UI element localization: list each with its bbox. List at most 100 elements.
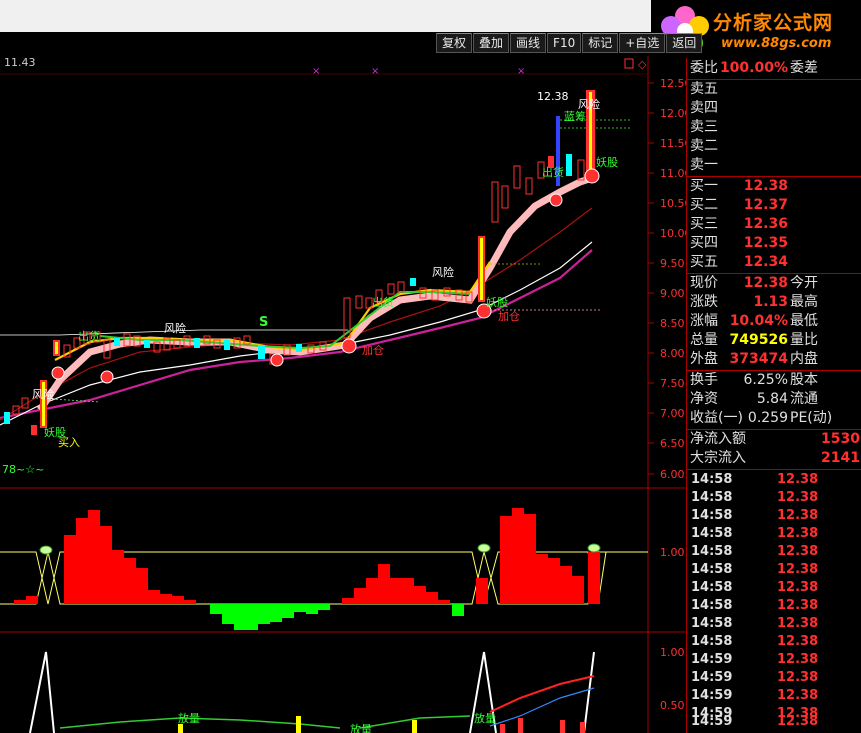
stat-label: 总量	[690, 332, 718, 348]
y-tick-800: 8.00	[660, 347, 685, 360]
stat-row: 外盘 373474 内盘	[687, 350, 861, 369]
tick-row: 14:58 12.38	[687, 579, 861, 597]
tick-time: 14:58	[691, 544, 733, 559]
stat-right-label: PE(动)	[790, 410, 833, 426]
tick-time: 14:58	[691, 598, 733, 613]
tick-row: 14:58 12.38	[687, 597, 861, 615]
weibi-label: 委比	[690, 60, 718, 76]
stat-right-label: 最低	[790, 313, 818, 329]
sell-label: 卖五	[690, 81, 718, 97]
tick-row: 14:58 12.38	[687, 471, 861, 489]
flow-row: 净流入额 1530	[687, 430, 861, 449]
weicha-label: 委差	[790, 60, 818, 76]
y-tick-1200: 12.00	[660, 107, 686, 120]
tick-row: 14:58 12.38	[687, 507, 861, 525]
stat-label: 涨幅	[690, 313, 718, 329]
jiacang-label-2: 加仓	[498, 309, 520, 323]
overlay-button[interactable]: 叠加	[473, 33, 510, 53]
add-watchlist-button[interactable]: +自选	[619, 33, 666, 53]
tick-row: 14:59 12.38	[687, 713, 861, 731]
tick-price: 12.38	[777, 490, 819, 505]
sell-label: 卖一	[690, 157, 718, 173]
tick-price: 12.38	[777, 562, 819, 577]
bottom-left-label: 78~☆~	[2, 463, 44, 476]
stat-value: 373474	[729, 351, 788, 367]
buy-price: 12.38	[743, 178, 788, 194]
chart-toolbar: 复权 叠加 画线 F10 标记 +自选 返回	[436, 33, 703, 53]
y-tick-low-100: 1.00	[660, 646, 685, 659]
y-tick-1100: 11.00	[660, 167, 686, 180]
stat-right-label: 流通	[790, 391, 818, 407]
tick-time: 14:58	[691, 580, 733, 595]
tick-row: 14:58 12.38	[687, 543, 861, 561]
buy-price: 12.35	[743, 235, 788, 251]
stat-value: 6.25%	[743, 372, 788, 388]
lanchou-label: 蓝筹	[564, 109, 586, 123]
sell-label: 卖二	[690, 138, 718, 154]
risk-label-4: 风险	[578, 97, 600, 111]
stat-label: 外盘	[690, 351, 718, 367]
y-tick-1000: 10.00	[660, 227, 686, 240]
buy-price: 12.34	[743, 254, 788, 270]
stat-right-label: 内盘	[790, 351, 818, 367]
buy-label: 买入	[58, 436, 80, 449]
buy-price: 12.37	[743, 197, 788, 213]
fangliang-label-3: 放量	[474, 711, 496, 725]
chu-huo-label-1: 出货	[78, 329, 100, 343]
diamond-icon[interactable]: ◇	[638, 58, 647, 71]
sell-label: 卖四	[690, 100, 718, 116]
flow-value: 2141	[821, 450, 860, 466]
buy-label: 买一	[690, 178, 718, 194]
tick-time: 14:58	[691, 526, 733, 541]
fangliang-label-2: 放量	[350, 722, 372, 733]
back-button[interactable]: 返回	[666, 33, 703, 53]
logo-title: 分析家公式网	[713, 12, 834, 34]
tick-price: 12.38	[777, 652, 819, 667]
stat-row: 总量 749526 量比	[687, 331, 861, 350]
logo-url: www.88gs.com	[721, 36, 832, 51]
tick-time: 14:59	[691, 714, 733, 729]
fangliang-label-1: 放量	[178, 711, 200, 725]
buy-label: 买三	[690, 216, 718, 232]
tick-price: 12.38	[777, 526, 819, 541]
stat-label: 换手	[690, 372, 718, 388]
buy-label: 买四	[690, 235, 718, 251]
tick-price: 12.38	[777, 598, 819, 613]
mark-button[interactable]: 标记	[582, 33, 619, 53]
stat2-row: 换手 6.25% 股本	[687, 371, 861, 390]
chu-huo-label-3: 出货	[542, 165, 564, 179]
fuquan-button[interactable]: 复权	[436, 33, 473, 53]
yao-gu-label-3: 妖股	[596, 155, 618, 169]
s-signal-label: S	[259, 315, 268, 330]
buy-price: 12.36	[743, 216, 788, 232]
stat-right-label: 最高	[790, 294, 818, 310]
stat-label: 涨跌	[690, 294, 718, 310]
weibi-row: 委比 100.00% 委差	[687, 59, 861, 78]
tick-time: 14:59	[691, 688, 733, 703]
tick-price: 12.38	[777, 544, 819, 559]
tick-time: 14:58	[691, 562, 733, 577]
tick-row: 14:58 12.38	[687, 561, 861, 579]
tick-price: 12.38	[777, 580, 819, 595]
sell-label: 卖三	[690, 119, 718, 135]
tick-price: 12.38	[777, 472, 819, 487]
tick-row: 14:58 12.38	[687, 525, 861, 543]
y-tick-low-050: 0.50	[660, 699, 685, 712]
tick-row: 14:59 12.38	[687, 651, 861, 669]
stat-row: 涨幅 10.04% 最低	[687, 312, 861, 331]
y-tick-1050: 10.50	[660, 197, 686, 210]
draw-line-button[interactable]: 画线	[510, 33, 547, 53]
tick-time: 14:58	[691, 616, 733, 631]
tick-row: 14:58 12.38	[687, 489, 861, 507]
tick-price: 12.38	[777, 508, 819, 523]
y-tick-650: 6.50	[660, 437, 685, 450]
stock-chart[interactable]: 12.50 12.00 11.50 11.00 10.50 10.00 9.50…	[0, 56, 686, 733]
y-tick-900: 9.00	[660, 287, 685, 300]
jiacang-label-1: 加仓	[362, 343, 384, 357]
buy-label: 买二	[690, 197, 718, 213]
top-left-price: 11.43	[4, 56, 36, 69]
sell-row: 卖三	[687, 118, 861, 137]
f10-button[interactable]: F10	[547, 33, 582, 53]
high-price-label: 12.38	[537, 90, 569, 103]
risk-label-3: 风险	[432, 265, 454, 279]
